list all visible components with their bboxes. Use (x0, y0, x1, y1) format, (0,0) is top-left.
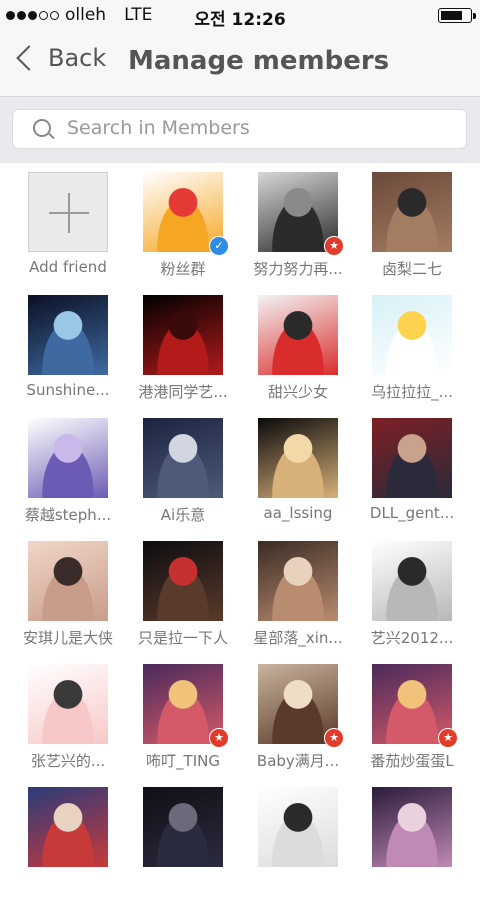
member-item[interactable]: ★ Baby满月... (242, 664, 352, 782)
member-name: 只是拉一下人 (137, 629, 228, 647)
member-avatar (372, 787, 452, 867)
page-title: Manage members (128, 46, 390, 76)
star-badge-icon: ★ (209, 728, 229, 748)
status-bar: olleh LTE 오전 12:26 (0, 0, 480, 30)
member-item[interactable]: ★ 番茄炒蛋蛋L (356, 664, 466, 782)
member-name: 努力努力再... (253, 260, 343, 278)
search-input[interactable]: Search in Members (12, 109, 467, 149)
member-avatar (28, 541, 108, 621)
member-item[interactable]: 乌拉拉拉_... (356, 295, 466, 413)
member-name: 番茄炒蛋蛋L (370, 752, 454, 770)
back-label: Back (48, 44, 107, 72)
member-avatar (143, 787, 223, 867)
member-item[interactable]: ✓ 粉丝群 (127, 172, 237, 290)
member-item[interactable] (242, 787, 352, 905)
member-avatar (28, 418, 108, 498)
member-item[interactable]: 只是拉一下人 (127, 541, 237, 659)
member-name: 港港同学艺... (138, 383, 228, 401)
member-name: aa_lssing (263, 504, 333, 522)
star-badge-icon: ★ (324, 728, 344, 748)
member-item[interactable]: 张艺兴的... (12, 664, 122, 782)
member-avatar (28, 295, 108, 375)
member-name: 蔡越steph... (24, 506, 112, 524)
member-item[interactable]: 星部落_xin... (242, 541, 352, 659)
member-item[interactable]: ★ 努力努力再... (242, 172, 352, 290)
member-name: 艺兴2012... (370, 629, 454, 647)
member-name: Ai乐意 (160, 506, 206, 524)
battery-icon (438, 8, 476, 23)
member-item[interactable]: 港港同学艺... (127, 295, 237, 413)
member-avatar (258, 418, 338, 498)
search-placeholder: Search in Members (67, 117, 250, 139)
member-item[interactable]: 甜兴少女 (242, 295, 352, 413)
member-avatar (143, 418, 223, 498)
member-name: Add friend (29, 258, 107, 276)
member-avatar (372, 418, 452, 498)
member-item[interactable] (12, 787, 122, 905)
star-badge-icon: ★ (438, 728, 458, 748)
member-name: 星部落_xin... (253, 629, 343, 647)
member-avatar (143, 541, 223, 621)
member-item[interactable]: 艺兴2012... (356, 541, 466, 659)
member-name: 张艺兴的... (30, 752, 106, 770)
star-badge-icon: ★ (324, 236, 344, 256)
member-item[interactable]: DLL_gent... (356, 418, 466, 536)
member-avatar (258, 787, 338, 867)
add-friend-button[interactable]: Add friend (12, 172, 122, 290)
member-avatar (372, 541, 452, 621)
member-item[interactable]: aa_lssing (242, 418, 352, 536)
search-icon (33, 119, 51, 137)
member-avatar (258, 541, 338, 621)
verified-badge-icon: ✓ (209, 236, 229, 256)
member-name: 粉丝群 (160, 260, 206, 278)
member-item[interactable]: ★ 咘叮_TING (127, 664, 237, 782)
member-item[interactable] (356, 787, 466, 905)
member-name: Sunshine... (26, 381, 110, 399)
member-name: Baby满月... (256, 752, 340, 770)
member-avatar (143, 295, 223, 375)
member-avatar (28, 787, 108, 867)
member-item[interactable]: 安琪儿是大侠 (12, 541, 122, 659)
member-avatar (372, 172, 452, 252)
navigation-bar: Back Manage members (0, 30, 480, 97)
member-avatar (28, 664, 108, 744)
member-name: 卤梨二七 (381, 260, 442, 278)
member-name: 咘叮_TING (146, 752, 220, 770)
member-item[interactable] (127, 787, 237, 905)
clock: 오전 12:26 (194, 10, 286, 30)
back-button[interactable]: Back (14, 44, 106, 72)
member-name: 甜兴少女 (267, 383, 328, 401)
member-item[interactable]: 卤梨二七 (356, 172, 466, 290)
member-item[interactable]: Sunshine... (12, 295, 122, 413)
member-avatar (258, 295, 338, 375)
search-bar: Search in Members (0, 97, 480, 163)
chevron-left-icon (16, 45, 42, 71)
member-name: 安琪儿是大侠 (22, 629, 113, 647)
plus-icon (28, 172, 108, 252)
member-name: 乌拉拉拉_... (371, 383, 453, 401)
member-item[interactable]: 蔡越steph... (12, 418, 122, 536)
member-name: DLL_gent... (369, 504, 455, 522)
member-item[interactable]: Ai乐意 (127, 418, 237, 536)
member-avatar (372, 295, 452, 375)
